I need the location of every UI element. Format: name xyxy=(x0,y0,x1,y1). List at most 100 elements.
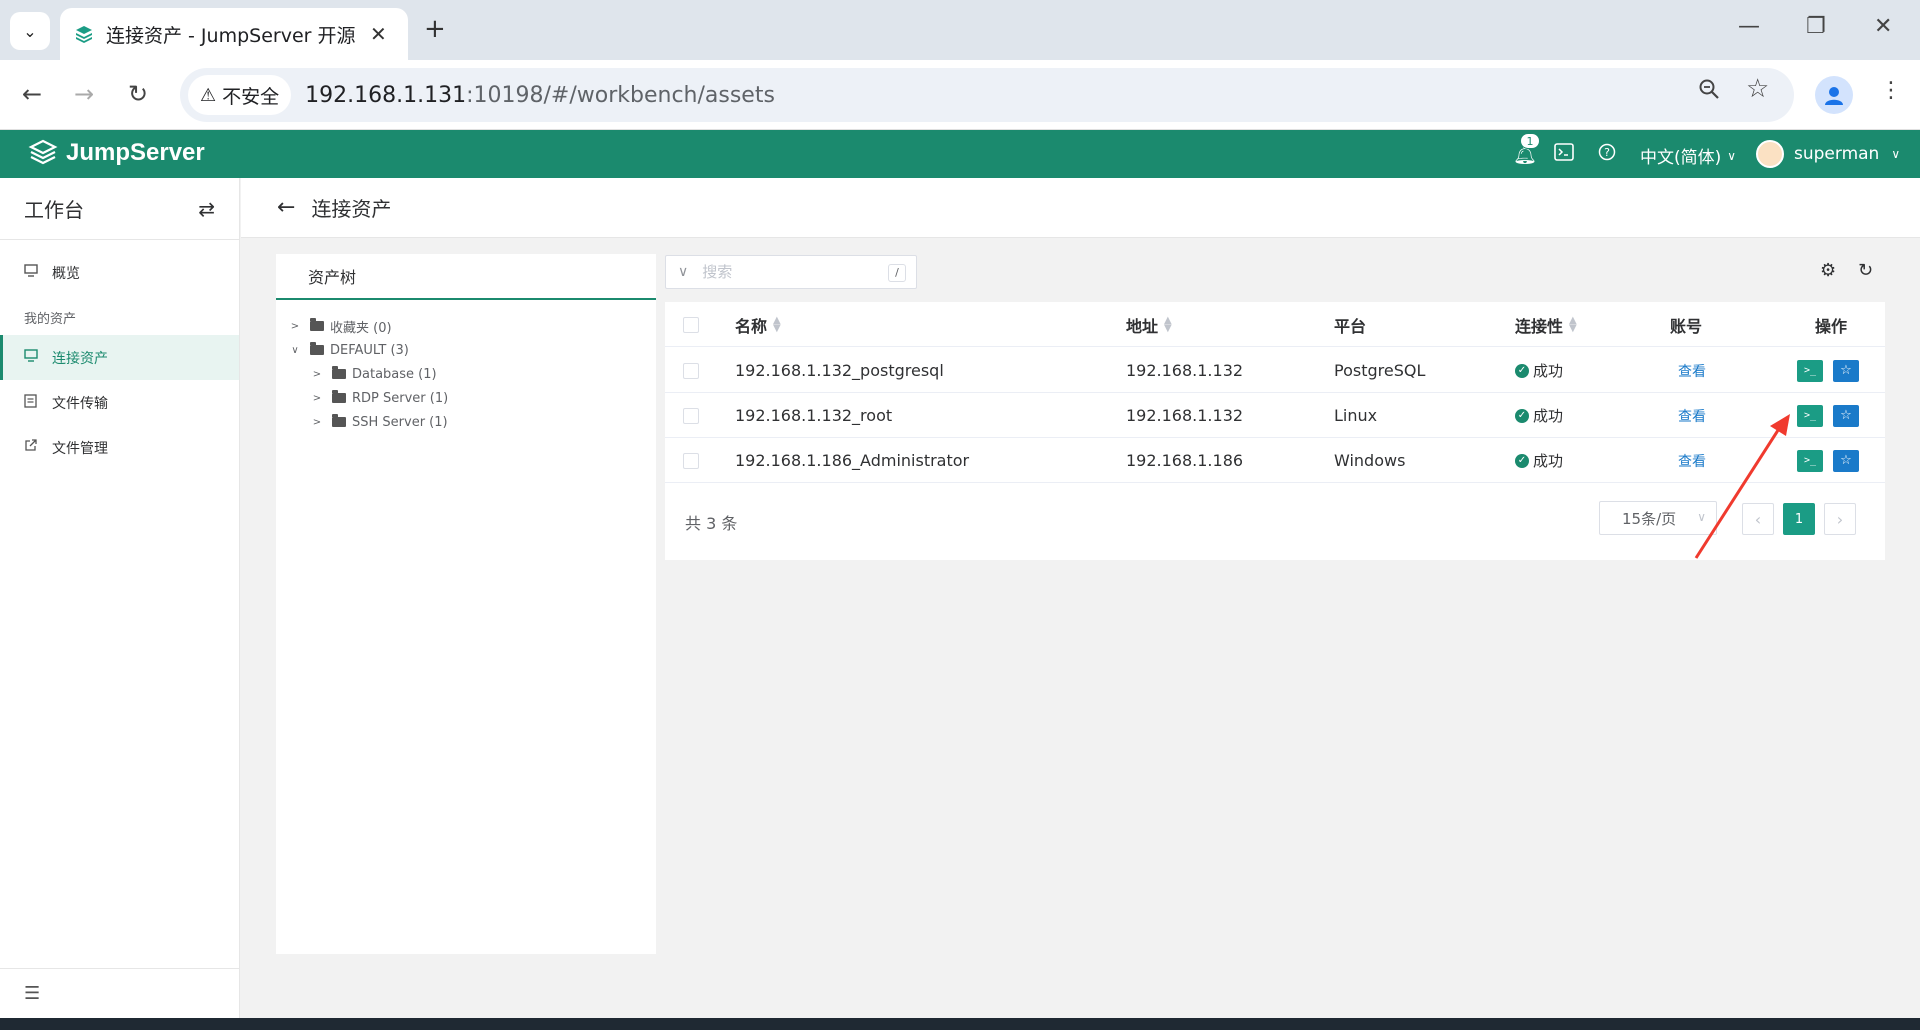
search-box[interactable]: ∨ / xyxy=(665,255,917,289)
row-checkbox[interactable] xyxy=(683,407,699,424)
column-header-address[interactable]: 地址 ▲ ▼ xyxy=(1126,302,1172,347)
connect-terminal-button[interactable]: >_ xyxy=(1797,359,1823,382)
collapse-sidebar-button[interactable]: ☰ xyxy=(0,968,239,1018)
external-link-icon xyxy=(24,439,42,456)
folder-icon xyxy=(332,414,346,427)
brand-name: JumpServer xyxy=(66,139,205,166)
help-icon[interactable]: ? xyxy=(1598,143,1616,161)
chevron-down-icon: ⌄ xyxy=(23,21,37,41)
sidebar-item-connect-assets[interactable]: 连接资产 xyxy=(0,335,239,380)
chevron-down-icon: ∨ xyxy=(1727,148,1737,163)
zoom-icon[interactable] xyxy=(1698,78,1720,106)
asset-platform: Windows xyxy=(1334,451,1406,470)
chevron-right-icon[interactable]: > xyxy=(310,393,324,404)
column-header-connectivity[interactable]: 连接性 ▲ ▼ xyxy=(1515,302,1577,347)
browser-tab[interactable]: 连接资产 - JumpServer 开源堡垒机 ✕ xyxy=(60,8,408,60)
browser-tab-bar: ⌄ 连接资产 - JumpServer 开源堡垒机 ✕ + — ❐ ✕ xyxy=(0,0,1920,60)
connect-terminal-button[interactable]: >_ xyxy=(1797,404,1823,427)
chevron-down-icon[interactable]: ∨ xyxy=(678,264,688,280)
asset-address: 192.168.1.186 xyxy=(1126,451,1244,470)
folder-icon xyxy=(310,318,324,331)
user-menu[interactable]: superman ∨ xyxy=(1756,140,1900,168)
column-header-name[interactable]: 名称 ▲ ▼ xyxy=(735,302,781,347)
url-path: :10198/#/workbench/assets xyxy=(466,82,775,108)
jumpserver-logo[interactable]: JumpServer xyxy=(28,138,205,168)
warning-icon: ⚠ xyxy=(200,84,217,106)
search-input[interactable] xyxy=(702,263,873,281)
tab-close-icon[interactable]: ✕ xyxy=(370,22,387,46)
tree-node[interactable]: > Database (1) xyxy=(276,362,656,386)
folder-icon xyxy=(332,390,346,403)
sort-icon[interactable]: ▲ ▼ xyxy=(1164,315,1172,333)
tree-node-label: 收藏夹 (0) xyxy=(330,320,392,336)
tree-node-label: DEFAULT (3) xyxy=(330,342,409,358)
url-text[interactable]: 192.168.1.131:10198/#/workbench/assets xyxy=(305,83,775,108)
tree-node-label: SSH Server (1) xyxy=(352,414,448,430)
connectivity-status: ✓ 成功 xyxy=(1515,360,1563,381)
monitor-icon xyxy=(24,264,42,281)
search-shortcut-hint: / xyxy=(888,264,906,282)
connectivity-status: ✓ 成功 xyxy=(1515,405,1563,426)
favorite-button[interactable]: ☆ xyxy=(1833,359,1859,382)
browser-toolbar: ← → ↻ ⚠ 不安全 192.168.1.131:10198/#/workbe… xyxy=(0,60,1920,130)
asset-platform: PostgreSQL xyxy=(1334,361,1426,380)
tab-asset-tree[interactable]: 资产树 xyxy=(276,254,656,300)
refresh-icon[interactable]: ↻ xyxy=(1858,260,1873,281)
sidebar-item-file-transfer[interactable]: 文件传输 xyxy=(0,380,239,425)
page-size-value: 15条/页 xyxy=(1622,509,1677,528)
favorite-button[interactable]: ☆ xyxy=(1833,449,1859,472)
select-all-checkbox[interactable] xyxy=(683,316,699,333)
row-checkbox[interactable] xyxy=(683,362,699,379)
tree-node[interactable]: ∨ DEFAULT (3) xyxy=(276,338,656,362)
user-avatar xyxy=(1756,140,1784,168)
switch-view-icon[interactable]: ⇄ xyxy=(198,197,215,221)
row-checkbox[interactable] xyxy=(683,452,699,469)
tree-node[interactable]: > 收藏夹 (0) xyxy=(276,314,656,338)
view-account-link[interactable]: 查看 xyxy=(1678,361,1706,381)
chevron-right-icon[interactable]: > xyxy=(310,369,324,380)
sidebar-item-overview[interactable]: 概览 xyxy=(0,250,239,295)
back-arrow-icon[interactable]: ← xyxy=(277,195,295,220)
security-chip[interactable]: ⚠ 不安全 xyxy=(188,75,292,115)
bookmark-star-icon[interactable]: ☆ xyxy=(1746,74,1769,104)
web-terminal-icon[interactable] xyxy=(1554,143,1574,161)
window-close-icon[interactable]: ✕ xyxy=(1874,14,1892,39)
tree-node[interactable]: > RDP Server (1) xyxy=(276,386,656,410)
connectivity-status: ✓ 成功 xyxy=(1515,450,1563,471)
taskbar-strip xyxy=(0,1018,1920,1030)
terminal-icon: >_ xyxy=(1803,410,1817,421)
chevron-right-icon[interactable]: > xyxy=(288,321,302,332)
star-icon: ☆ xyxy=(1840,363,1852,378)
asset-address: 192.168.1.132 xyxy=(1126,361,1244,380)
forward-arrow-icon[interactable]: → xyxy=(74,80,94,108)
favorite-button[interactable]: ☆ xyxy=(1833,404,1859,427)
profile-avatar-icon[interactable] xyxy=(1815,76,1853,114)
new-tab-button[interactable]: + xyxy=(424,14,446,44)
notification-badge: 1 xyxy=(1520,133,1540,149)
check-circle-icon: ✓ xyxy=(1515,363,1529,378)
language-selector[interactable]: 中文(简体) ∨ xyxy=(1640,143,1736,168)
address-bar[interactable]: ⚠ 不安全 192.168.1.131:10198/#/workbench/as… xyxy=(180,68,1794,122)
browser-menu-icon[interactable]: ⋮ xyxy=(1880,78,1902,103)
settings-gear-icon[interactable]: ⚙ xyxy=(1820,260,1836,281)
url-host: 192.168.1.131 xyxy=(305,82,467,108)
back-arrow-icon[interactable]: ← xyxy=(22,80,42,108)
sidebar-item-file-manager[interactable]: 文件管理 xyxy=(0,425,239,470)
sidebar-title: 工作台 xyxy=(24,198,84,222)
next-page-button[interactable]: › xyxy=(1824,503,1856,535)
page-title: 连接资产 xyxy=(311,197,392,221)
table-row: 192.168.1.132_postgresql 192.168.1.132 P… xyxy=(665,348,1885,393)
minimize-icon[interactable]: — xyxy=(1738,14,1760,39)
chevron-down-icon[interactable]: ∨ xyxy=(288,345,302,356)
chevron-right-icon[interactable]: > xyxy=(310,417,324,428)
tab-search-button[interactable]: ⌄ xyxy=(10,12,50,50)
tree-node[interactable]: > SSH Server (1) xyxy=(276,410,656,434)
restore-icon[interactable]: ❐ xyxy=(1806,14,1826,39)
reload-icon[interactable]: ↻ xyxy=(128,80,148,108)
tree-node-label: RDP Server (1) xyxy=(352,390,449,406)
sidebar-item-label: 文件传输 xyxy=(52,395,108,412)
connect-terminal-button[interactable]: >_ xyxy=(1797,449,1823,472)
sort-icon[interactable]: ▲ ▼ xyxy=(1569,315,1577,333)
sort-icon[interactable]: ▲ ▼ xyxy=(773,315,781,333)
asset-name: 192.168.1.186_Administrator xyxy=(735,451,970,470)
